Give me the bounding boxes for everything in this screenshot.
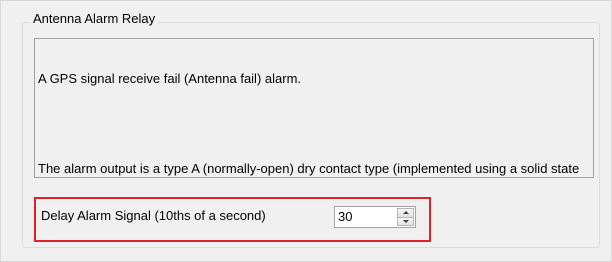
group-title: Antenna Alarm Relay — [30, 11, 159, 27]
delay-alarm-label: Delay Alarm Signal (10ths of a second) — [41, 208, 266, 223]
description-line-1: A GPS signal receive fail (Antenna fail)… — [38, 71, 302, 86]
chevron-up-icon — [402, 211, 409, 215]
delay-alarm-value[interactable]: 30 — [338, 209, 352, 225]
chevron-down-icon — [402, 219, 409, 223]
description-line-2: The alarm output is a type A (normally-o… — [38, 161, 580, 177]
delay-alarm-spinner[interactable]: 30 — [334, 206, 416, 228]
spin-up-button[interactable] — [397, 208, 414, 218]
description-gap — [38, 116, 589, 131]
spin-down-button[interactable] — [397, 217, 414, 226]
description-textbox[interactable]: A GPS signal receive fail (Antenna fail)… — [34, 38, 594, 178]
spin-buttons — [397, 208, 414, 226]
